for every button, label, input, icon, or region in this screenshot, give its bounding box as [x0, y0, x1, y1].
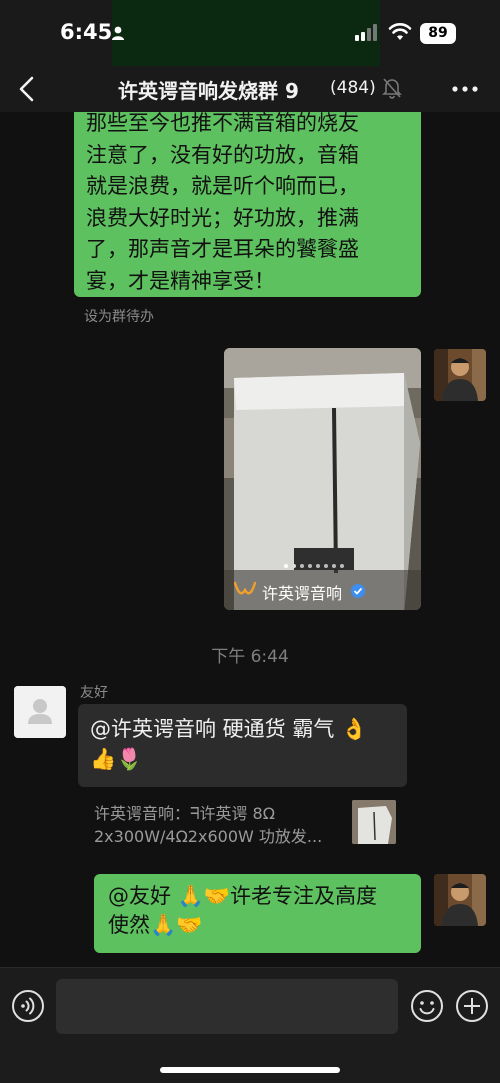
ok-hand-emoji: 👌: [341, 717, 368, 741]
quoted-message[interactable]: 许英谔音响：ᖷ许英谔 8Ω 2x300W/4Ω2x600W 功放发...: [78, 794, 407, 850]
message-line: 注意了，没有好的功放，音箱: [86, 142, 359, 167]
thumbs-up-tulip-emoji: 👍🌷: [90, 747, 143, 771]
channel-account-name: 许英谔音响: [262, 584, 343, 603]
chat-message-list[interactable]: 那些至今也推不满音箱的烧友 注意了，没有好的功放，音箱 就是浪费，就是听个响而已…: [0, 112, 500, 967]
channel-video-card[interactable]: [224, 348, 421, 610]
channel-logo-icon: [234, 581, 256, 595]
message-text: @许英谔音响 硬通货 霸气: [90, 717, 335, 741]
set-group-todo-link[interactable]: 设为群待办: [84, 306, 154, 326]
input-bar: [0, 967, 500, 1083]
wifi-icon: [388, 23, 412, 40]
person-icon: [112, 26, 124, 40]
status-time: 6:45: [60, 20, 113, 44]
quoted-text: 许英谔音响：ᖷ许英谔 8Ω 2x300W/4Ω2x600W 功放发...: [94, 802, 348, 848]
status-bar: 6:45 89: [0, 0, 500, 66]
group-title[interactable]: 许英谔音响发烧群 9: [118, 75, 299, 104]
chat-header: 许英谔音响发烧群 9 (484): [0, 66, 500, 112]
avatar-self[interactable]: [434, 349, 486, 401]
back-arrow-icon[interactable]: [16, 74, 40, 104]
message-line: 那些至今也推不满音箱的烧友: [86, 112, 359, 135]
message-bubble-self[interactable]: @友好 🙏🤝许老专注及高度 使然🙏🤝: [94, 874, 421, 953]
message-line: 就是浪费，就是听个响而已，: [86, 174, 359, 198]
quote-line: 许英谔音响：ᖷ许英谔 8Ω: [94, 804, 275, 823]
avatar-friend[interactable]: [14, 686, 66, 738]
mute-bell-icon: [382, 78, 402, 99]
message-line: @许英谔音响 硬通货 霸气 👌: [90, 714, 395, 744]
verified-badge-icon: [351, 584, 365, 598]
sender-name: 友好: [80, 685, 108, 701]
video-thumbnail: [224, 348, 421, 610]
message-line: 使然🙏🤝: [108, 913, 203, 937]
plus-more-icon[interactable]: [455, 989, 489, 1023]
message-line: 了，那声音才是耳朵的饕餮盛: [86, 237, 359, 261]
battery-indicator: 89: [420, 23, 456, 44]
member-count: (484): [330, 78, 376, 98]
quote-line: 2x300W/4Ω2x600W 功放发...: [94, 827, 323, 846]
message-line: @友好 🙏🤝许老专注及高度: [108, 884, 377, 908]
message-bubble-other[interactable]: @许英谔音响 硬通货 霸气 👌 👍🌷: [78, 704, 407, 787]
message-line: 宴，才是精神享受！: [86, 268, 275, 293]
avatar-self[interactable]: [434, 874, 486, 926]
message-line: 浪费大好时光；好功放，推满: [86, 205, 359, 230]
more-options-icon[interactable]: [452, 86, 478, 92]
status-background-blur: [112, 0, 380, 66]
home-indicator[interactable]: [160, 1067, 340, 1073]
message-input[interactable]: [56, 979, 398, 1034]
voice-input-icon[interactable]: [11, 989, 45, 1023]
emoji-picker-icon[interactable]: [410, 989, 444, 1023]
time-separator: 下午 6:44: [211, 647, 289, 667]
quote-thumbnail: [352, 800, 396, 844]
cellular-signal-icon: [355, 24, 377, 41]
message-bubble-self[interactable]: 那些至今也推不满音箱的烧友 注意了，没有好的功放，音箱 就是浪费，就是听个响而已…: [74, 112, 421, 297]
